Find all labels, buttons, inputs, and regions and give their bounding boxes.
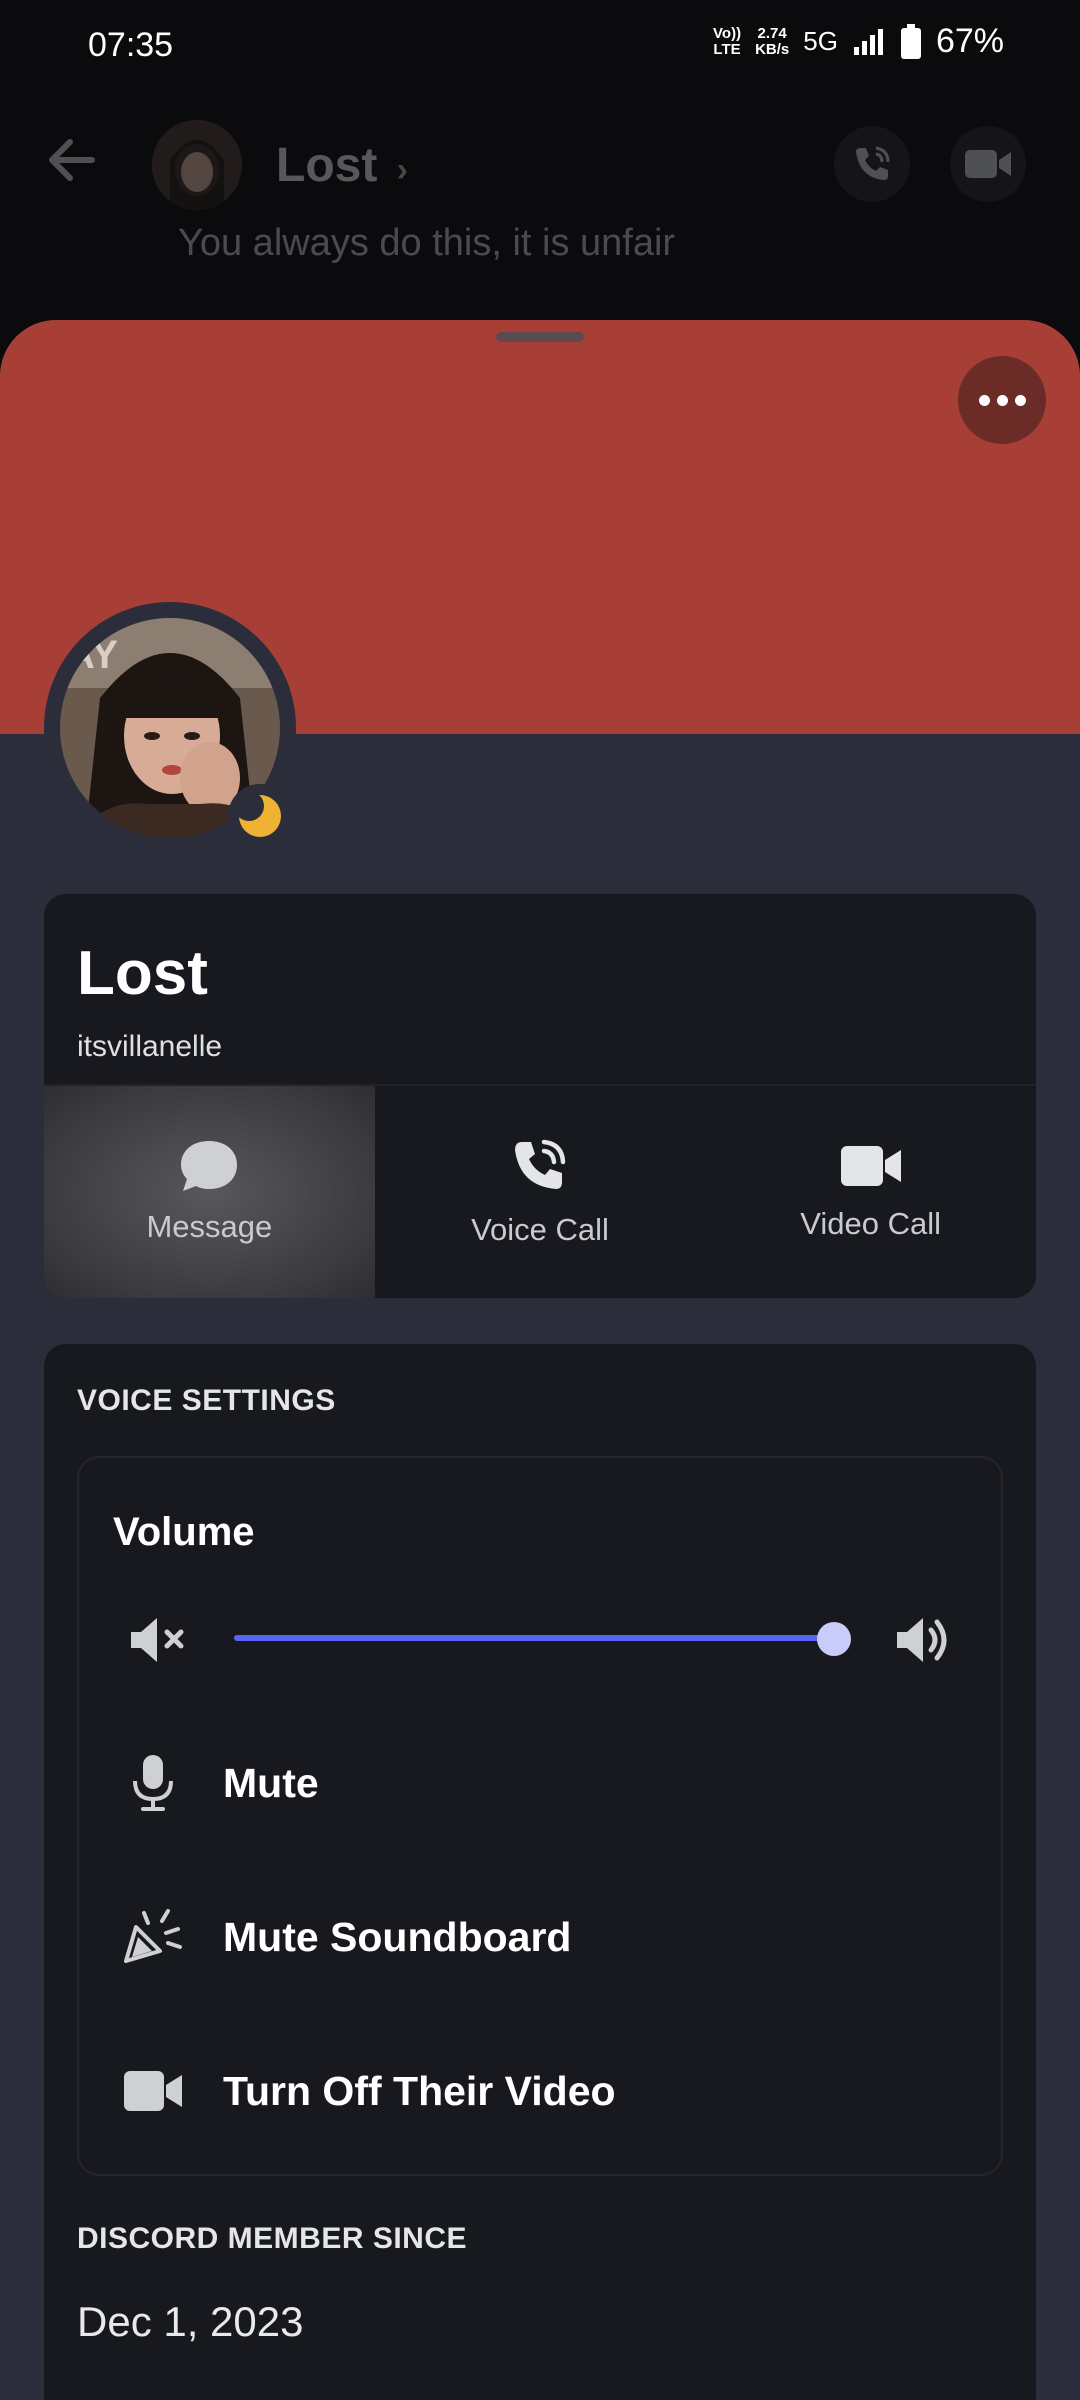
status-bar: 07:35 Vo)) LTE 2.74 KB/s 5G 67%: [0, 0, 1080, 90]
volume-label: Volume: [113, 1510, 255, 1554]
video-call-label: Video Call: [800, 1206, 942, 1241]
network-type: 5G: [803, 26, 838, 56]
member-since-title: DISCORD MEMBER SINCE: [77, 2222, 468, 2255]
speaker-muted-icon[interactable]: [127, 1612, 191, 1668]
message-label: Message: [146, 1209, 273, 1244]
profile-avatar-ring: AY: [44, 602, 296, 854]
dot-icon: [1014, 394, 1026, 406]
drag-handle[interactable]: [496, 332, 584, 342]
volume-slider-row: [79, 1598, 1005, 1678]
chat-video-call-button[interactable]: [950, 126, 1026, 202]
microphone-icon: [133, 1755, 173, 1811]
profile-sheet: AY Lost itsvillanelle Message Voice Call…: [0, 320, 1080, 2400]
video-camera-icon: [965, 150, 1011, 178]
voice-call-button[interactable]: Voice Call: [375, 1086, 706, 1298]
more-options-button[interactable]: [958, 356, 1046, 444]
member-since-date: Dec 1, 2023: [77, 2298, 304, 2345]
battery-percent: 67%: [935, 22, 1004, 60]
chat-title[interactable]: Lost ›: [276, 138, 408, 193]
back-arrow-icon[interactable]: [44, 132, 100, 188]
chat-voice-call-button[interactable]: [834, 126, 910, 202]
dot-icon: [978, 394, 990, 406]
turn-off-video-option[interactable]: Turn Off Their Video: [79, 2026, 1005, 2156]
volte-indicator: Vo)) LTE: [713, 24, 742, 58]
volume-slider-thumb[interactable]: [817, 1622, 851, 1656]
turn-off-video-label: Turn Off Their Video: [223, 2067, 616, 2114]
volume-slider-track[interactable]: [234, 1635, 836, 1641]
video-camera-icon: [840, 1146, 901, 1186]
mute-option[interactable]: Mute: [79, 1718, 1005, 1848]
voice-call-label: Voice Call: [471, 1212, 609, 1247]
network-speed: 2.74 KB/s: [755, 24, 790, 58]
status-indicators: Vo)) LTE 2.74 KB/s 5G 67%: [713, 22, 1004, 61]
signal-icon: [853, 28, 883, 55]
chat-bubble-icon: [181, 1141, 238, 1191]
profile-card: Lost itsvillanelle Message Voice Call Vi…: [44, 894, 1036, 1298]
soundboard-icon: [124, 1909, 182, 1963]
voice-settings-panel: Volume Mute Mute Soundboard Turn Off The…: [77, 1456, 1003, 2176]
status-time: 07:35: [88, 26, 174, 64]
voice-settings-title: VOICE SETTINGS: [77, 1384, 336, 1417]
profile-actions: Message Voice Call Video Call: [44, 1086, 1036, 1298]
mute-soundboard-label: Mute Soundboard: [223, 1913, 572, 1960]
phone-call-icon: [515, 1139, 566, 1189]
mute-label: Mute: [223, 1759, 319, 1806]
voice-settings-card: VOICE SETTINGS Volume Mute Mute Soundboa…: [44, 1344, 1036, 2400]
idle-status-icon: [228, 784, 292, 848]
chat-avatar[interactable]: [152, 120, 242, 210]
phone-call-icon: [856, 146, 890, 180]
last-message-preview: You always do this, it is unfair: [178, 222, 676, 264]
video-camera-icon: [124, 2071, 182, 2111]
mute-soundboard-option[interactable]: Mute Soundboard: [79, 1872, 1005, 2002]
username: itsvillanelle: [77, 1030, 223, 1063]
dot-icon: [996, 394, 1008, 406]
video-call-button[interactable]: Video Call: [705, 1086, 1036, 1298]
battery-icon: [900, 23, 921, 59]
speaker-loud-icon[interactable]: [893, 1612, 957, 1668]
chat-header: Lost ›: [0, 110, 1080, 230]
message-button[interactable]: Message: [44, 1086, 375, 1298]
display-name: Lost: [77, 939, 208, 1008]
